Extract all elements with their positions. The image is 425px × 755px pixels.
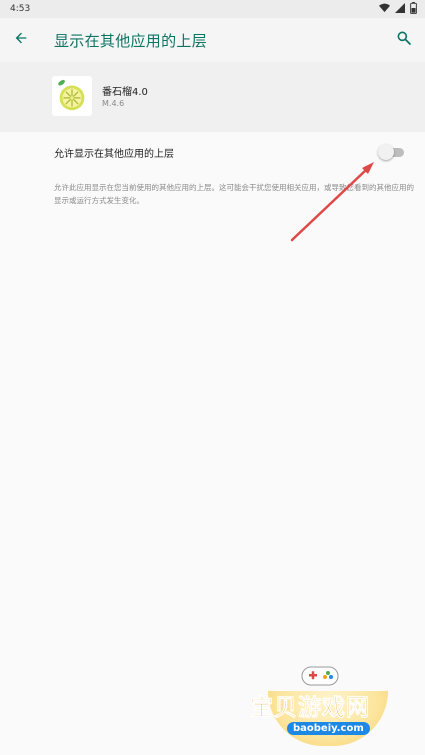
- app-info-header: 番石榴4.0 M.4.6: [0, 62, 425, 132]
- status-time: 4:53: [10, 4, 31, 14]
- wifi-icon: [379, 3, 390, 13]
- arrow-back-icon: [13, 30, 29, 50]
- status-icons: [379, 2, 417, 14]
- signal-icon: [395, 3, 405, 13]
- search-button[interactable]: [391, 27, 417, 53]
- gamepad-icon: [300, 663, 340, 687]
- overlay-permission-switch[interactable]: [378, 144, 406, 160]
- watermark-logo: 宝贝游戏网 baobeiy.com: [240, 655, 400, 750]
- app-bar: 显示在其他应用的上层: [0, 18, 425, 62]
- overlay-permission-description: 允许此应用显示在您当前使用的其他应用的上层。这可能会干扰您使用相关应用，或导致您…: [54, 183, 414, 205]
- watermark-title: 宝贝游戏网: [250, 695, 370, 722]
- page-title: 显示在其他应用的上层: [54, 32, 208, 50]
- watermark-url: baobeiy.com: [287, 722, 370, 735]
- app-name: 番石榴4.0: [102, 87, 148, 98]
- overlay-permission-label: 允许显示在其他应用的上层: [54, 149, 174, 160]
- overlay-permission-row[interactable]: 允许显示在其他应用的上层: [0, 135, 425, 169]
- status-bar: 4:53: [0, 0, 425, 18]
- battery-icon: [410, 2, 417, 14]
- back-button[interactable]: [8, 27, 34, 53]
- search-icon: [396, 30, 412, 50]
- app-version: M.4.6: [102, 99, 125, 108]
- screen: 4:53 显示在其他应用的上层 番石榴4.0 M.4.6 允许显示在其他应用的上…: [0, 0, 425, 755]
- app-icon: [52, 76, 92, 116]
- switch-thumb: [378, 144, 394, 160]
